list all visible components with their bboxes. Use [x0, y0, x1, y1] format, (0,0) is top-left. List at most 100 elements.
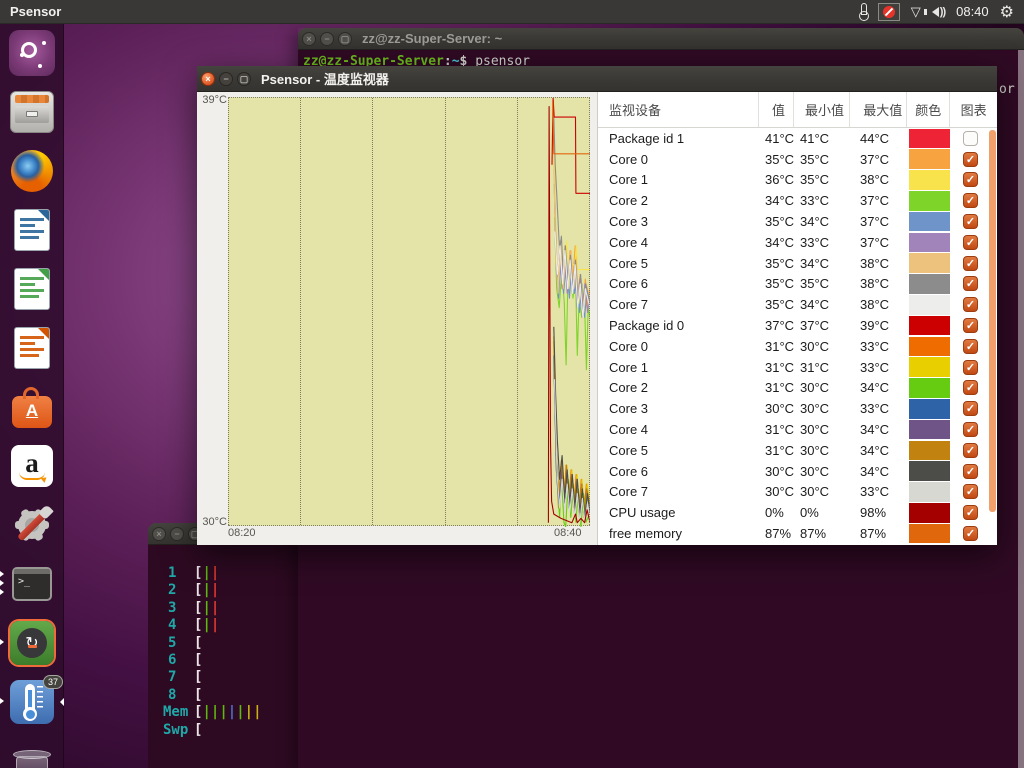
- graph-checkbox[interactable]: ✓: [963, 172, 978, 187]
- sensor-color-swatch[interactable]: [909, 399, 950, 419]
- alert-icon[interactable]: [878, 3, 900, 21]
- launcher-item-lo-writer[interactable]: [0, 204, 64, 260]
- sensor-row[interactable]: Core 131°C31°C33°C✓: [598, 357, 997, 378]
- graph-checkbox[interactable]: ✓: [963, 339, 978, 354]
- minimize-icon[interactable]: −: [219, 72, 233, 86]
- sensor-row[interactable]: CPU usage0%0%98%✓: [598, 502, 997, 523]
- sensor-row[interactable]: Package id 141°C41°C44°C: [598, 128, 997, 149]
- maximize-icon[interactable]: ▢: [237, 72, 251, 86]
- close-icon[interactable]: ×: [152, 527, 166, 541]
- sensor-row[interactable]: Core 431°C30°C34°C✓: [598, 419, 997, 440]
- sensor-color-swatch[interactable]: [909, 274, 950, 294]
- sensor-color-swatch[interactable]: [909, 482, 950, 502]
- sensor-color-swatch[interactable]: [909, 524, 950, 544]
- minimize-icon[interactable]: −: [320, 32, 334, 46]
- launcher-item-updater[interactable]: ↻: [0, 617, 64, 673]
- close-icon[interactable]: ×: [201, 72, 215, 86]
- volume-icon[interactable]: )): [932, 6, 945, 18]
- sensor-row[interactable]: Core 434°C33°C37°C✓: [598, 232, 997, 253]
- sensor-row[interactable]: Core 635°C35°C38°C✓: [598, 274, 997, 295]
- sensor-color-swatch[interactable]: [909, 212, 950, 232]
- close-icon[interactable]: ×: [302, 32, 316, 46]
- sensor-row[interactable]: free memory87%87%87%✓: [598, 523, 997, 544]
- launcher-item-firefox[interactable]: [0, 145, 64, 201]
- launcher-item-terminal[interactable]: >_: [0, 558, 64, 614]
- sensor-row[interactable]: Core 531°C30°C34°C✓: [598, 440, 997, 461]
- launcher-item-amazon[interactable]: a: [0, 440, 64, 496]
- sensor-row[interactable]: Core 730°C30°C33°C✓: [598, 482, 997, 503]
- graph-checkbox[interactable]: ✓: [963, 464, 978, 479]
- launcher-item-lo-calc[interactable]: [0, 263, 64, 319]
- launcher-item-files[interactable]: [0, 86, 64, 142]
- graph-checkbox[interactable]: ✓: [963, 193, 978, 208]
- network-icon[interactable]: ▽: [911, 5, 921, 18]
- sensor-row[interactable]: Core 630°C30°C34°C✓: [598, 461, 997, 482]
- sensor-color-swatch[interactable]: [909, 316, 950, 336]
- sensor-row[interactable]: Package id 037°C37°C39°C✓: [598, 315, 997, 336]
- col-header-device[interactable]: 监视设备: [598, 92, 759, 127]
- graph-checkbox[interactable]: ✓: [963, 256, 978, 271]
- graph-checkbox[interactable]: ✓: [963, 505, 978, 520]
- graph-checkbox[interactable]: ✓: [963, 380, 978, 395]
- graph-checkbox[interactable]: ✓: [963, 443, 978, 458]
- launcher-item-lo-impress[interactable]: [0, 322, 64, 378]
- launcher-item-software[interactable]: A: [0, 381, 64, 437]
- sensor-row[interactable]: Core 136°C35°C38°C✓: [598, 170, 997, 191]
- sensor-row[interactable]: Core 335°C34°C37°C✓: [598, 211, 997, 232]
- col-header-graph[interactable]: 图表: [950, 92, 997, 127]
- graph-checkbox[interactable]: ✓: [963, 360, 978, 375]
- sensor-row[interactable]: Core 330°C30°C33°C✓: [598, 398, 997, 419]
- sensor-color-swatch[interactable]: [909, 149, 950, 169]
- launcher-item-dash[interactable]: [0, 27, 64, 83]
- sensor-color-swatch[interactable]: [909, 170, 950, 190]
- sensor-row[interactable]: Core 231°C30°C34°C✓: [598, 378, 997, 399]
- sensor-color-swatch[interactable]: [909, 337, 950, 357]
- graph-checkbox[interactable]: [963, 131, 978, 146]
- table-scrollbar-thumb[interactable]: [989, 130, 996, 512]
- terminal-titlebar[interactable]: × − ▢ zz@zz-Super-Server: ~: [298, 28, 1024, 50]
- sensor-color-swatch[interactable]: [909, 233, 950, 253]
- sensor-color-swatch[interactable]: [909, 295, 950, 315]
- graph-checkbox[interactable]: ✓: [963, 484, 978, 499]
- sensor-row[interactable]: Core 031°C30°C33°C✓: [598, 336, 997, 357]
- launcher-item-psensor[interactable]: 37: [0, 676, 64, 732]
- sensor-color-swatch[interactable]: [909, 357, 950, 377]
- sensor-color-swatch[interactable]: [909, 420, 950, 440]
- sensor-color-swatch[interactable]: [909, 441, 950, 461]
- launcher-item-settings[interactable]: [0, 499, 64, 555]
- psensor-titlebar[interactable]: × − ▢ Psensor - 温度监视器: [197, 66, 997, 92]
- launcher-item-trash[interactable]: [0, 735, 64, 768]
- sensor-color-swatch[interactable]: [909, 378, 950, 398]
- graph-checkbox[interactable]: ✓: [963, 318, 978, 333]
- sensor-row[interactable]: Core 535°C34°C38°C✓: [598, 253, 997, 274]
- gear-icon[interactable]: ⚙: [1000, 4, 1014, 20]
- sensor-color-swatch[interactable]: [909, 191, 950, 211]
- graph-checkbox[interactable]: ✓: [963, 401, 978, 416]
- sensor-row[interactable]: Core 035°C35°C37°C✓: [598, 149, 997, 170]
- graph-checkbox[interactable]: ✓: [963, 297, 978, 312]
- sensor-table-header[interactable]: 监视设备 值 最小值 最大值 颜色 图表: [598, 92, 997, 128]
- clock[interactable]: 08:40: [956, 4, 989, 19]
- col-header-value[interactable]: 值: [759, 92, 794, 127]
- sensor-color-swatch[interactable]: [909, 253, 950, 273]
- sensor-color-swatch[interactable]: [909, 129, 950, 149]
- col-header-color[interactable]: 颜色: [907, 92, 950, 127]
- graph-checkbox[interactable]: ✓: [963, 276, 978, 291]
- graph-checkbox[interactable]: ✓: [963, 526, 978, 541]
- graph-checkbox[interactable]: ✓: [963, 152, 978, 167]
- graph-checkbox[interactable]: ✓: [963, 235, 978, 250]
- psensor-window[interactable]: × − ▢ Psensor - 温度监视器 39°C 30°C 08:20 08…: [197, 66, 997, 545]
- terminal-scrollbar[interactable]: [1018, 50, 1024, 768]
- sensor-row[interactable]: Core 234°C33°C37°C✓: [598, 190, 997, 211]
- col-header-min[interactable]: 最小值: [794, 92, 851, 127]
- maximize-icon[interactable]: ▢: [338, 32, 352, 46]
- minimize-icon[interactable]: −: [170, 527, 184, 541]
- graph-checkbox[interactable]: ✓: [963, 214, 978, 229]
- thermometer-icon[interactable]: [861, 3, 867, 15]
- sensor-color-swatch[interactable]: [909, 461, 950, 481]
- graph-checkbox[interactable]: ✓: [963, 422, 978, 437]
- sensor-row[interactable]: Core 735°C34°C38°C✓: [598, 294, 997, 315]
- sensor-color-swatch[interactable]: [909, 503, 950, 523]
- col-header-max[interactable]: 最大值: [850, 92, 907, 127]
- sensor-table[interactable]: 监视设备 值 最小值 最大值 颜色 图表 Package id 141°C41°…: [597, 92, 997, 545]
